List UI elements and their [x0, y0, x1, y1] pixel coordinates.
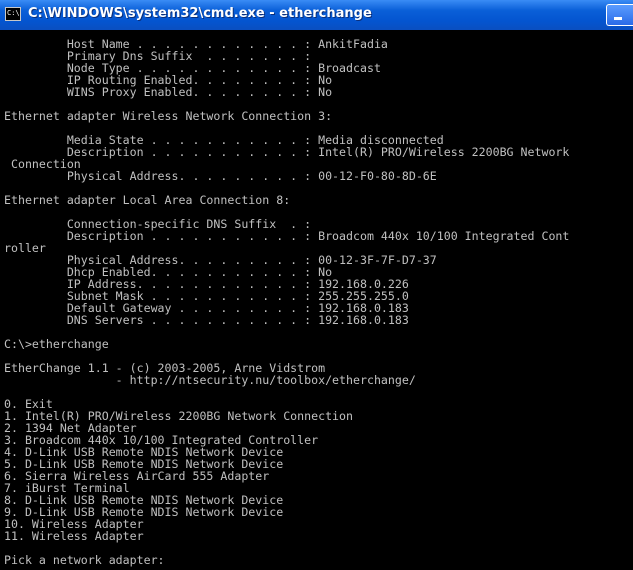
window-title: C:\WINDOWS\system32\cmd.exe - etherchang…	[28, 6, 372, 21]
console-line: Description . . . . . . . . . . . : Inte…	[4, 145, 570, 159]
console-line: Physical Address. . . . . . . . . : 00-1…	[4, 169, 437, 183]
console-line: 11. Wireless Adapter	[4, 529, 144, 543]
console-line: Pick a network adapter:	[4, 553, 165, 567]
console-line: - http://ntsecurity.nu/toolbox/etherchan…	[4, 373, 416, 387]
console-line: Description . . . . . . . . . . . : Broa…	[4, 229, 570, 243]
cmd-icon: C:\	[5, 7, 21, 21]
console-line: Ethernet adapter Local Area Connection 8…	[4, 193, 291, 207]
minimize-button[interactable]	[606, 4, 633, 26]
console-line: WINS Proxy Enabled. . . . . . . . : No	[4, 85, 333, 99]
title-bar[interactable]: C:\ C:\WINDOWS\system32\cmd.exe - etherc…	[0, 0, 633, 30]
minimize-icon	[614, 17, 622, 20]
console-line: Ethernet adapter Wireless Network Connec…	[4, 109, 333, 123]
console-output[interactable]: Host Name . . . . . . . . . . . . : Anki…	[0, 30, 633, 570]
console-line: C:\>etherchange	[4, 337, 109, 351]
console-text: Host Name . . . . . . . . . . . . : Anki…	[4, 38, 569, 566]
console-line: DNS Servers . . . . . . . . . . . : 192.…	[4, 313, 409, 327]
